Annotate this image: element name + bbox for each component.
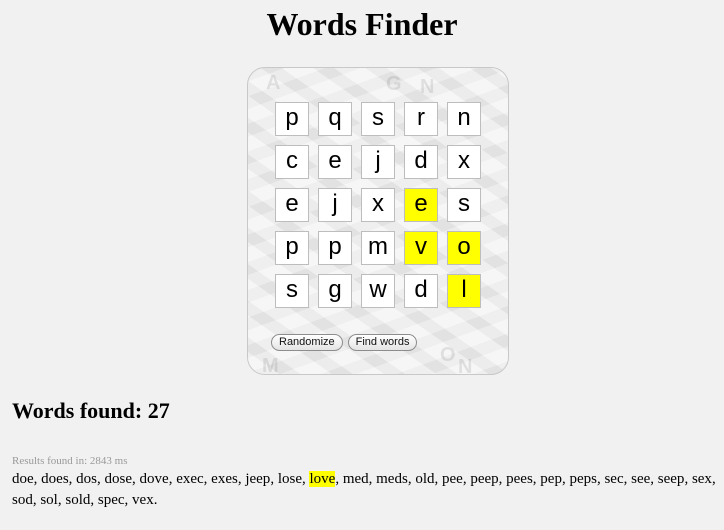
found-word: sol — [40, 492, 58, 508]
letter-cell[interactable]: s — [275, 274, 309, 308]
found-word: old — [415, 471, 435, 487]
found-word: seep — [657, 471, 685, 487]
letter-cell[interactable]: s — [447, 188, 481, 222]
found-word: see — [631, 471, 651, 487]
found-word: pee — [441, 471, 463, 487]
background-letter: O — [440, 344, 456, 366]
letter-cell[interactable]: v — [404, 231, 438, 265]
found-word: dos — [76, 471, 98, 487]
letter-cell[interactable]: e — [318, 145, 352, 179]
found-word: sex — [691, 471, 712, 487]
found-word: pep — [540, 471, 562, 487]
letter-board: A G N M O N pqsrncejdxejxesppmvosgwdl Ra… — [247, 67, 509, 375]
letter-cell[interactable]: c — [275, 145, 309, 179]
found-word: dose — [104, 471, 133, 487]
letter-cell[interactable]: d — [404, 274, 438, 308]
letter-cell[interactable]: m — [361, 231, 395, 265]
letter-cell[interactable]: j — [318, 188, 352, 222]
found-word: peep — [470, 471, 499, 487]
letter-grid: pqsrncejdxejxesppmvosgwdl — [275, 102, 487, 308]
letter-cell[interactable]: g — [318, 274, 352, 308]
background-letter: A — [266, 72, 281, 94]
letter-cell[interactable]: p — [318, 231, 352, 265]
letter-cell[interactable]: x — [361, 188, 395, 222]
letter-cell[interactable]: j — [361, 145, 395, 179]
found-word: doe — [12, 471, 34, 487]
background-letter: M — [262, 355, 279, 375]
letter-cell[interactable]: r — [404, 102, 438, 136]
board-controls: Randomize Find words — [271, 334, 418, 351]
words-found-heading: Words found: 27 — [12, 398, 170, 423]
found-word: spec — [97, 492, 125, 508]
background-letter: N — [420, 76, 435, 98]
find-words-button[interactable]: Find words — [347, 334, 418, 351]
letter-cell[interactable]: s — [361, 102, 395, 136]
letter-cell[interactable]: o — [447, 231, 481, 265]
found-word: exec — [176, 471, 204, 487]
letter-cell[interactable]: n — [447, 102, 481, 136]
found-word: med — [342, 471, 369, 487]
page-title: Words Finder — [266, 6, 458, 42]
found-word: sod — [12, 492, 33, 508]
letter-cell[interactable]: q — [318, 102, 352, 136]
letter-cell[interactable]: e — [275, 188, 309, 222]
found-word: love — [309, 471, 336, 487]
found-word: dove — [139, 471, 169, 487]
letter-cell[interactable]: p — [275, 231, 309, 265]
found-word: sec — [604, 471, 624, 487]
letter-cell[interactable]: p — [275, 102, 309, 136]
background-letter: G — [386, 73, 402, 95]
found-word: does — [41, 471, 69, 487]
found-word: pees — [506, 471, 533, 487]
results-timing: Results found in: 2843 ms — [12, 455, 128, 467]
letter-cell[interactable]: w — [361, 274, 395, 308]
background-letter: N — [458, 356, 473, 375]
letter-cell[interactable]: x — [447, 145, 481, 179]
words-list: doe, does, dos, dose, dove, exec, exes, … — [12, 471, 716, 508]
found-word: exes — [211, 471, 238, 487]
found-word: jeep — [245, 471, 271, 487]
letter-cell[interactable]: l — [447, 274, 481, 308]
found-word: meds — [376, 471, 408, 487]
found-word: vex — [132, 492, 154, 508]
letter-cell[interactable]: e — [404, 188, 438, 222]
found-word: lose — [277, 471, 302, 487]
randomize-button[interactable]: Randomize — [271, 334, 343, 351]
letter-cell[interactable]: d — [404, 145, 438, 179]
found-word: peps — [569, 471, 597, 487]
found-word: sold — [65, 492, 91, 508]
